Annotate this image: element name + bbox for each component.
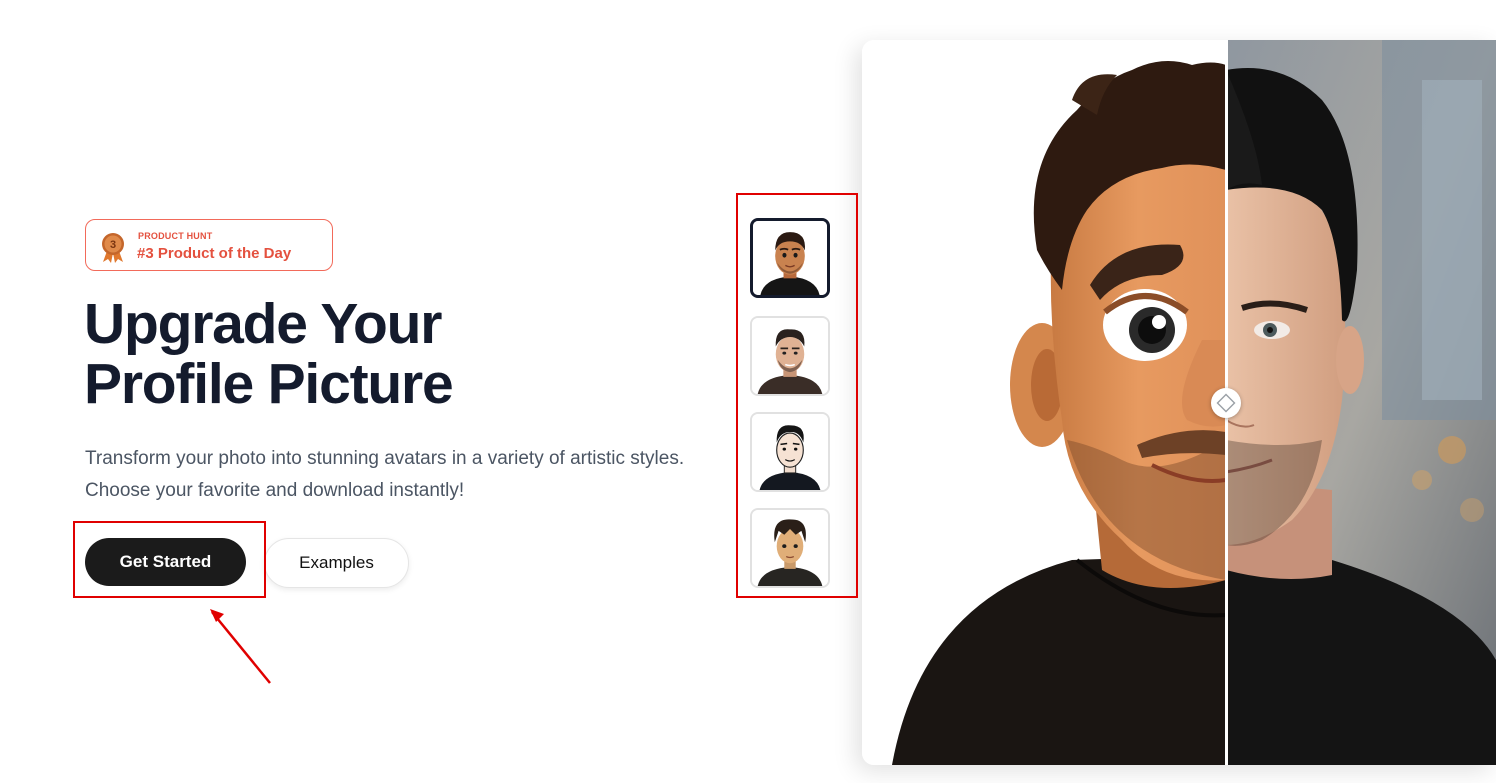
style-thumb-3d-cartoon[interactable] bbox=[750, 218, 830, 298]
line-art-avatar-thumbnail bbox=[752, 414, 828, 490]
examples-button[interactable]: Examples bbox=[264, 538, 409, 588]
avatar-comparison-slider[interactable] bbox=[862, 40, 1496, 765]
hero-subheadline: Transform your photo into stunning avata… bbox=[85, 448, 685, 501]
style-thumb-illustrated[interactable] bbox=[750, 316, 830, 396]
medal-icon: 3 bbox=[102, 233, 124, 263]
diamond-handle-icon bbox=[1216, 393, 1236, 413]
product-hunt-badge[interactable]: 3 PRODUCT HUNT #3 Product of the Day bbox=[85, 219, 333, 271]
style-thumb-anime[interactable] bbox=[750, 508, 830, 588]
comparison-image bbox=[862, 40, 1496, 765]
badge-title: #3 Product of the Day bbox=[137, 245, 292, 262]
slider-handle[interactable] bbox=[1211, 388, 1241, 418]
illustrated-avatar-thumbnail bbox=[752, 318, 828, 394]
headline-line-1: Upgrade Your bbox=[84, 292, 442, 356]
style-thumb-line-art[interactable] bbox=[750, 412, 830, 492]
get-started-button[interactable]: Get Started bbox=[85, 538, 246, 586]
cartoon-avatar-thumbnail bbox=[753, 221, 827, 295]
page-title: Upgrade Your Profile Picture bbox=[84, 292, 454, 416]
annotation-arrow-icon bbox=[210, 609, 271, 684]
headline-line-2: Profile Picture bbox=[84, 352, 454, 416]
badge-kicker: PRODUCT HUNT bbox=[138, 231, 213, 241]
anime-avatar-thumbnail bbox=[752, 510, 828, 586]
svg-text:3: 3 bbox=[110, 239, 116, 251]
